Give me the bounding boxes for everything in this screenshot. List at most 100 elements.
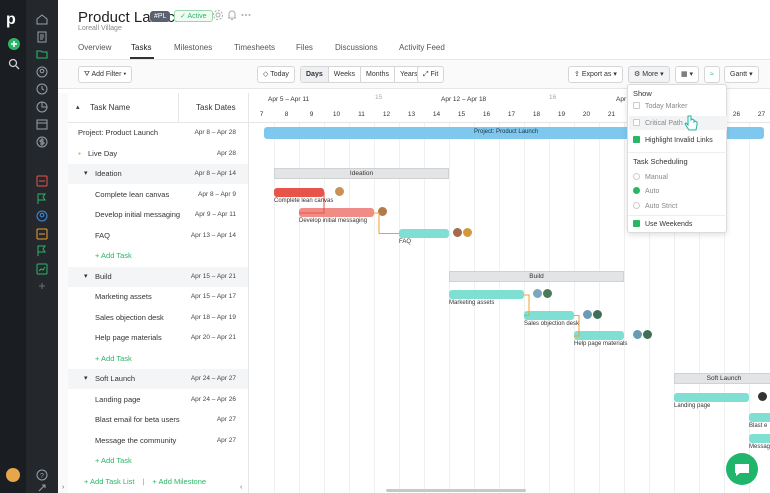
manual-option[interactable]: Manual [633,173,668,183]
export-button[interactable]: ⇪ Export as ▾ [568,66,623,83]
profile-icon[interactable] [36,66,48,78]
tab-files[interactable]: Files [296,43,313,52]
task-row[interactable]: Sales objection desk Apr 18 – Apr 19 [68,308,248,328]
chart-pie-icon[interactable] [36,101,48,113]
dependency-link[interactable] [574,315,580,337]
collapse-all-icon[interactable]: ▴ [76,103,80,111]
collapse-icon[interactable]: ▾ [84,164,88,184]
dependency-link[interactable] [299,192,325,214]
tab-milestones[interactable]: Milestones [174,43,212,52]
milestone-icon: ● [78,150,82,157]
calendar-icon[interactable] [36,118,48,130]
task-row[interactable]: Marketing assets Apr 15 – Apr 17 [68,287,248,307]
auto-radio[interactable] [633,187,640,194]
gear-icon[interactable] [212,9,224,21]
project-red-icon[interactable] [36,175,48,187]
task-list-row[interactable]: ▾ Build Apr 15 – Apr 21 [68,266,248,287]
folder-icon[interactable] [36,48,48,60]
task-row[interactable]: Project: Product Launch Apr 8 – Apr 28 [68,123,248,143]
home-icon[interactable] [36,13,48,25]
add-task-row[interactable]: + Add Task [68,451,248,471]
status-label: Active [187,13,207,20]
task-name: Develop initial messaging [95,210,181,219]
auto-option[interactable]: Auto [633,187,659,197]
add-task-row[interactable]: + Add Task [68,246,248,266]
auto-strict-option[interactable]: Auto Strict [633,202,677,212]
horizontal-scrollbar[interactable] [386,489,526,492]
task-row[interactable]: Complete lean canvas Apr 8 – Apr 9 [68,185,248,205]
auto-strict-radio[interactable] [633,202,640,209]
search-icon[interactable] [8,58,20,70]
task-row[interactable]: Help page materials Apr 20 – Apr 21 [68,328,248,348]
scroll-left-icon[interactable]: ‹ [240,484,242,491]
help-icon[interactable]: ? [36,469,48,481]
today-button[interactable]: ◇ Today [257,66,295,83]
critical-path-option[interactable]: Critical Path [633,119,683,129]
tab-overview[interactable]: Overview [78,43,111,52]
task-row[interactable]: FAQ Apr 13 – Apr 14 [68,226,248,246]
add-task-link[interactable]: + Add Task [95,451,132,471]
scale-months[interactable]: Months [361,67,395,82]
dependency-link[interactable] [374,212,399,234]
report-green-icon[interactable] [36,263,48,275]
dependency-link[interactable] [524,294,530,316]
task-list-row[interactable]: ▾ Soft Launch Apr 24 – Apr 27 [68,369,248,389]
tab-activity-feed[interactable]: Activity Feed [399,43,445,52]
bell-icon[interactable] [226,9,238,21]
collapse-grid-icon[interactable]: › [62,484,64,491]
add-task-row[interactable]: + Add Task [68,349,248,369]
critical-path-checkbox[interactable] [633,119,640,126]
expand-icon[interactable] [36,482,48,492]
column-divider[interactable] [178,93,179,123]
project-header: Product Launch #PL ✓ Active Loreall Vill… [58,0,770,60]
tab-discussions[interactable]: Discussions [335,43,378,52]
task-row[interactable]: Message the community Apr 27 [68,431,248,451]
collapse-icon[interactable]: ▾ [84,267,88,287]
add-filter-button[interactable]: ⛛ Add Filter ▾ [78,66,133,83]
svg-text:?: ? [40,473,44,480]
today-marker-checkbox[interactable] [633,102,640,109]
documents-icon[interactable] [36,31,48,43]
manual-radio[interactable] [633,173,640,180]
team-blue-icon[interactable] [36,210,48,222]
add-icon[interactable] [36,280,48,292]
task-row[interactable]: Landing page Apr 24 – Apr 26 [68,390,248,410]
view-select[interactable]: Gantt ▾ [724,66,759,83]
tab-tasks[interactable]: Tasks [131,43,151,52]
task-list-row[interactable]: ▾ Ideation Apr 8 – Apr 14 [68,164,248,184]
flag-green-icon[interactable] [36,193,48,205]
dollar-icon[interactable] [36,136,48,148]
col-task-name[interactable]: Task Name [90,103,130,112]
tab-timesheets[interactable]: Timesheets [234,43,275,52]
use-weekends-checkbox[interactable] [633,220,640,227]
task-row[interactable]: ● Live Day Apr 28 [68,144,248,164]
plus-icon[interactable] [8,38,20,50]
user-avatar[interactable] [6,468,20,482]
fit-button[interactable]: ⤢ Fit [417,66,445,83]
more-button[interactable]: ⚙ More ▾ [628,66,670,83]
add-task-list-link[interactable]: + Add Task List [84,477,135,486]
use-weekends-option[interactable]: Use Weekends [633,220,692,230]
project-orange-icon[interactable] [36,228,48,240]
add-task-link[interactable]: + Add Task [95,246,132,266]
col-task-dates[interactable]: Task Dates [196,103,236,112]
critical-path-button[interactable]: ≈ [704,66,720,83]
add-task-link[interactable]: + Add Task [95,349,132,369]
task-row[interactable]: Blast email for beta users Apr 27 [68,410,248,430]
task-row[interactable]: Develop initial messaging Apr 9 – Apr 11 [68,205,248,225]
highlight-invalid-links-checkbox[interactable] [633,136,640,143]
status-badge[interactable]: ✓ Active [174,10,213,22]
collapse-icon[interactable]: ▾ [84,369,88,389]
add-milestone-link[interactable]: + Add Milestone [152,477,206,486]
app-logo[interactable]: p [6,12,20,28]
scale-weeks[interactable]: Weeks [329,67,362,82]
flag-green-icon[interactable] [36,245,48,257]
columns-button[interactable]: ▦ ▾ [675,66,700,83]
more-horizontal-icon[interactable] [240,9,252,21]
highlight-invalid-links-option[interactable]: Highlight Invalid Links [633,136,713,146]
chat-button[interactable] [726,453,758,485]
client-name[interactable]: Loreall Village [78,25,122,32]
today-marker-option[interactable]: Today Marker [633,102,687,112]
time-icon[interactable] [36,83,48,95]
scale-days[interactable]: Days [301,67,329,82]
